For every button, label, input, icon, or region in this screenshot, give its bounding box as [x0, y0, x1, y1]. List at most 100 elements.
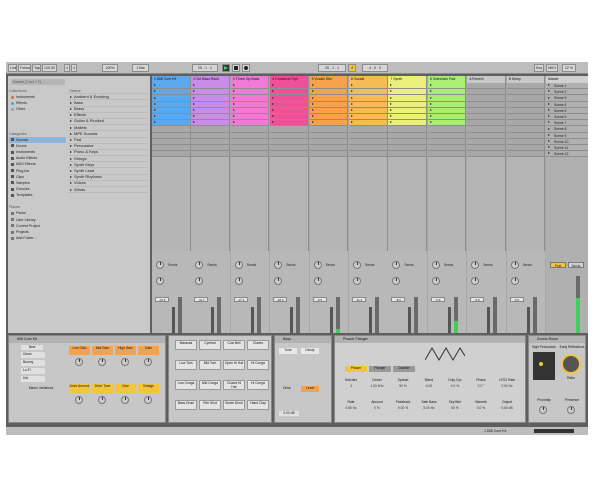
- drum-pad[interactable]: Open Hi Hat: [223, 360, 245, 370]
- proximity-knob[interactable]: [539, 406, 547, 414]
- phaser-title[interactable]: Phaser-Flanger: [335, 336, 525, 343]
- volume-value[interactable]: -5.0: [470, 297, 485, 302]
- macro-knob[interactable]: [121, 396, 129, 404]
- empty-clip-slot[interactable]: [270, 151, 308, 158]
- link-button[interactable]: Link: [8, 64, 17, 72]
- phaser-param-value[interactable]: 0.0 %: [443, 384, 467, 389]
- time-sig-numerator[interactable]: 4: [64, 64, 70, 72]
- phaser-mode-button[interactable]: Doubler: [393, 366, 415, 372]
- volume-value[interactable]: -5.0: [509, 297, 524, 302]
- key-map-button[interactable]: Key: [534, 64, 544, 72]
- tap-button[interactable]: Tap: [32, 64, 41, 72]
- send-a-knob[interactable]: [392, 261, 401, 269]
- zoom-field[interactable]: 100%: [102, 64, 118, 72]
- send-b-knob[interactable]: [274, 277, 283, 285]
- empty-clip-slot[interactable]: [230, 151, 269, 158]
- empty-clip-slot[interactable]: [506, 151, 545, 158]
- post-button[interactable]: Post: [550, 262, 566, 268]
- macro-knob[interactable]: [144, 396, 152, 404]
- empty-clip-slot[interactable]: [152, 151, 190, 158]
- volume-value[interactable]: -18.3: [273, 297, 288, 302]
- time-sig-denominator[interactable]: 4: [71, 64, 77, 72]
- empty-clip-slot[interactable]: [191, 151, 229, 158]
- send-b-knob[interactable]: [353, 277, 361, 285]
- volume-value[interactable]: -11.4: [352, 297, 366, 302]
- phaser-param-value[interactable]: 50 %: [443, 406, 467, 411]
- drum-pad[interactable]: Cow Bell: [223, 340, 245, 350]
- scene-launch[interactable]: Scene 12: [546, 151, 588, 158]
- send-b-knob[interactable]: [313, 277, 322, 285]
- loop-start-field[interactable]: 25 . 1 . 1: [318, 64, 346, 72]
- empty-clip-slot[interactable]: [467, 151, 505, 158]
- phaser-param-value[interactable]: 0.00 %: [391, 406, 415, 411]
- track-title[interactable]: 8 Sidechain Pad: [427, 76, 466, 83]
- stop-button[interactable]: [232, 64, 240, 72]
- send-a-knob[interactable]: [353, 261, 361, 269]
- drum-pad[interactable]: Low Conga: [175, 380, 197, 390]
- drum-pad[interactable]: Bass Drum: [175, 400, 197, 410]
- loop-length-field[interactable]: 4 . 0 . 0: [362, 64, 388, 72]
- category-item[interactable]: Templates: [9, 192, 66, 198]
- ratio-knob[interactable]: [561, 354, 581, 374]
- place-item[interactable]: Add Folder...: [9, 235, 66, 241]
- browser-search-input[interactable]: Search (Cmd + F): [11, 79, 65, 85]
- send-b-knob[interactable]: [471, 277, 480, 285]
- drum-pad[interactable]: Low Tom: [175, 360, 197, 370]
- phaser-param-value[interactable]: 1.00 kHz: [365, 384, 389, 389]
- phaser-param-value[interactable]: 0.0 °: [469, 384, 493, 389]
- follow-button[interactable]: Follow: [18, 64, 31, 72]
- loop-button[interactable]: ↺: [348, 64, 356, 72]
- play-button[interactable]: [222, 64, 230, 72]
- macro-knob[interactable]: [75, 396, 83, 404]
- phaser-mode-button[interactable]: Phaser: [345, 366, 367, 372]
- send-a-knob[interactable]: [274, 261, 283, 269]
- phaser-param-value[interactable]: 50 %: [391, 384, 415, 389]
- send-a-knob[interactable]: [510, 261, 519, 269]
- record-button[interactable]: [242, 64, 250, 72]
- track-title[interactable]: B Delay: [506, 76, 545, 83]
- track-title[interactable]: 1 808 Core Kit: [152, 76, 190, 83]
- phaser-param-value[interactable]: 0.0 %: [469, 406, 493, 411]
- send-a-knob[interactable]: [471, 261, 480, 269]
- arrangement-position[interactable]: 25 . 1 . 1: [192, 64, 218, 72]
- tempo-field[interactable]: 120.00: [42, 64, 57, 72]
- macro-knob[interactable]: [98, 358, 106, 366]
- send-a-knob[interactable]: [234, 261, 243, 269]
- variation-item[interactable]: Boomy: [21, 360, 45, 366]
- send-b-knob[interactable]: [510, 277, 519, 285]
- bass-title[interactable]: Bass: [275, 336, 331, 343]
- variation-item[interactable]: Lo-Fi: [21, 368, 45, 374]
- volume-value[interactable]: -13.5: [155, 297, 169, 302]
- volume-value[interactable]: -5.8: [430, 297, 445, 302]
- empty-clip-slot[interactable]: [309, 151, 348, 158]
- track-title[interactable]: 4 Crossover Syn: [270, 76, 308, 83]
- quantize-select[interactable]: 1 Bar: [132, 64, 149, 72]
- send-a-knob[interactable]: [431, 261, 440, 269]
- send-a-knob[interactable]: [195, 261, 204, 269]
- collection-item[interactable]: Other: [9, 106, 66, 112]
- drum-pad[interactable]: Hi Conga: [247, 380, 269, 390]
- file-item[interactable]: ▸ Winds: [68, 187, 148, 194]
- send-a-knob[interactable]: [313, 261, 322, 269]
- send-b-knob[interactable]: [234, 277, 243, 285]
- mini-arrangement[interactable]: [534, 429, 574, 433]
- track-title[interactable]: A Reverb: [467, 76, 505, 83]
- macro-knob[interactable]: [121, 358, 129, 366]
- drum-rack-title[interactable]: 808 Core Kit: [9, 336, 165, 343]
- track-title[interactable]: 7 Synth: [388, 76, 426, 83]
- volume-value[interactable]: -8.5: [391, 297, 406, 302]
- send-a-knob[interactable]: [156, 261, 164, 269]
- send-b-knob[interactable]: [195, 277, 204, 285]
- master-track-title[interactable]: Master: [546, 76, 588, 83]
- phaser-param-value[interactable]: 5.00 Hz: [417, 406, 441, 411]
- track-title[interactable]: 5 Vocals Stru: [309, 76, 348, 83]
- bass-value[interactable]: 0.00 dB: [279, 411, 299, 416]
- phaser-param-value[interactable]: 4: [339, 384, 363, 389]
- drum-pad[interactable]: Mid Tom: [199, 360, 221, 370]
- empty-clip-slot[interactable]: [349, 151, 387, 158]
- volume-value[interactable]: -11.7: [194, 297, 209, 302]
- phaser-param-value[interactable]: 0.00: [417, 384, 441, 389]
- drums-room-title[interactable]: Drums Room: [529, 336, 585, 343]
- phaser-param-value[interactable]: 0.00 Hz: [495, 384, 519, 389]
- sends-button[interactable]: Sends: [568, 262, 584, 268]
